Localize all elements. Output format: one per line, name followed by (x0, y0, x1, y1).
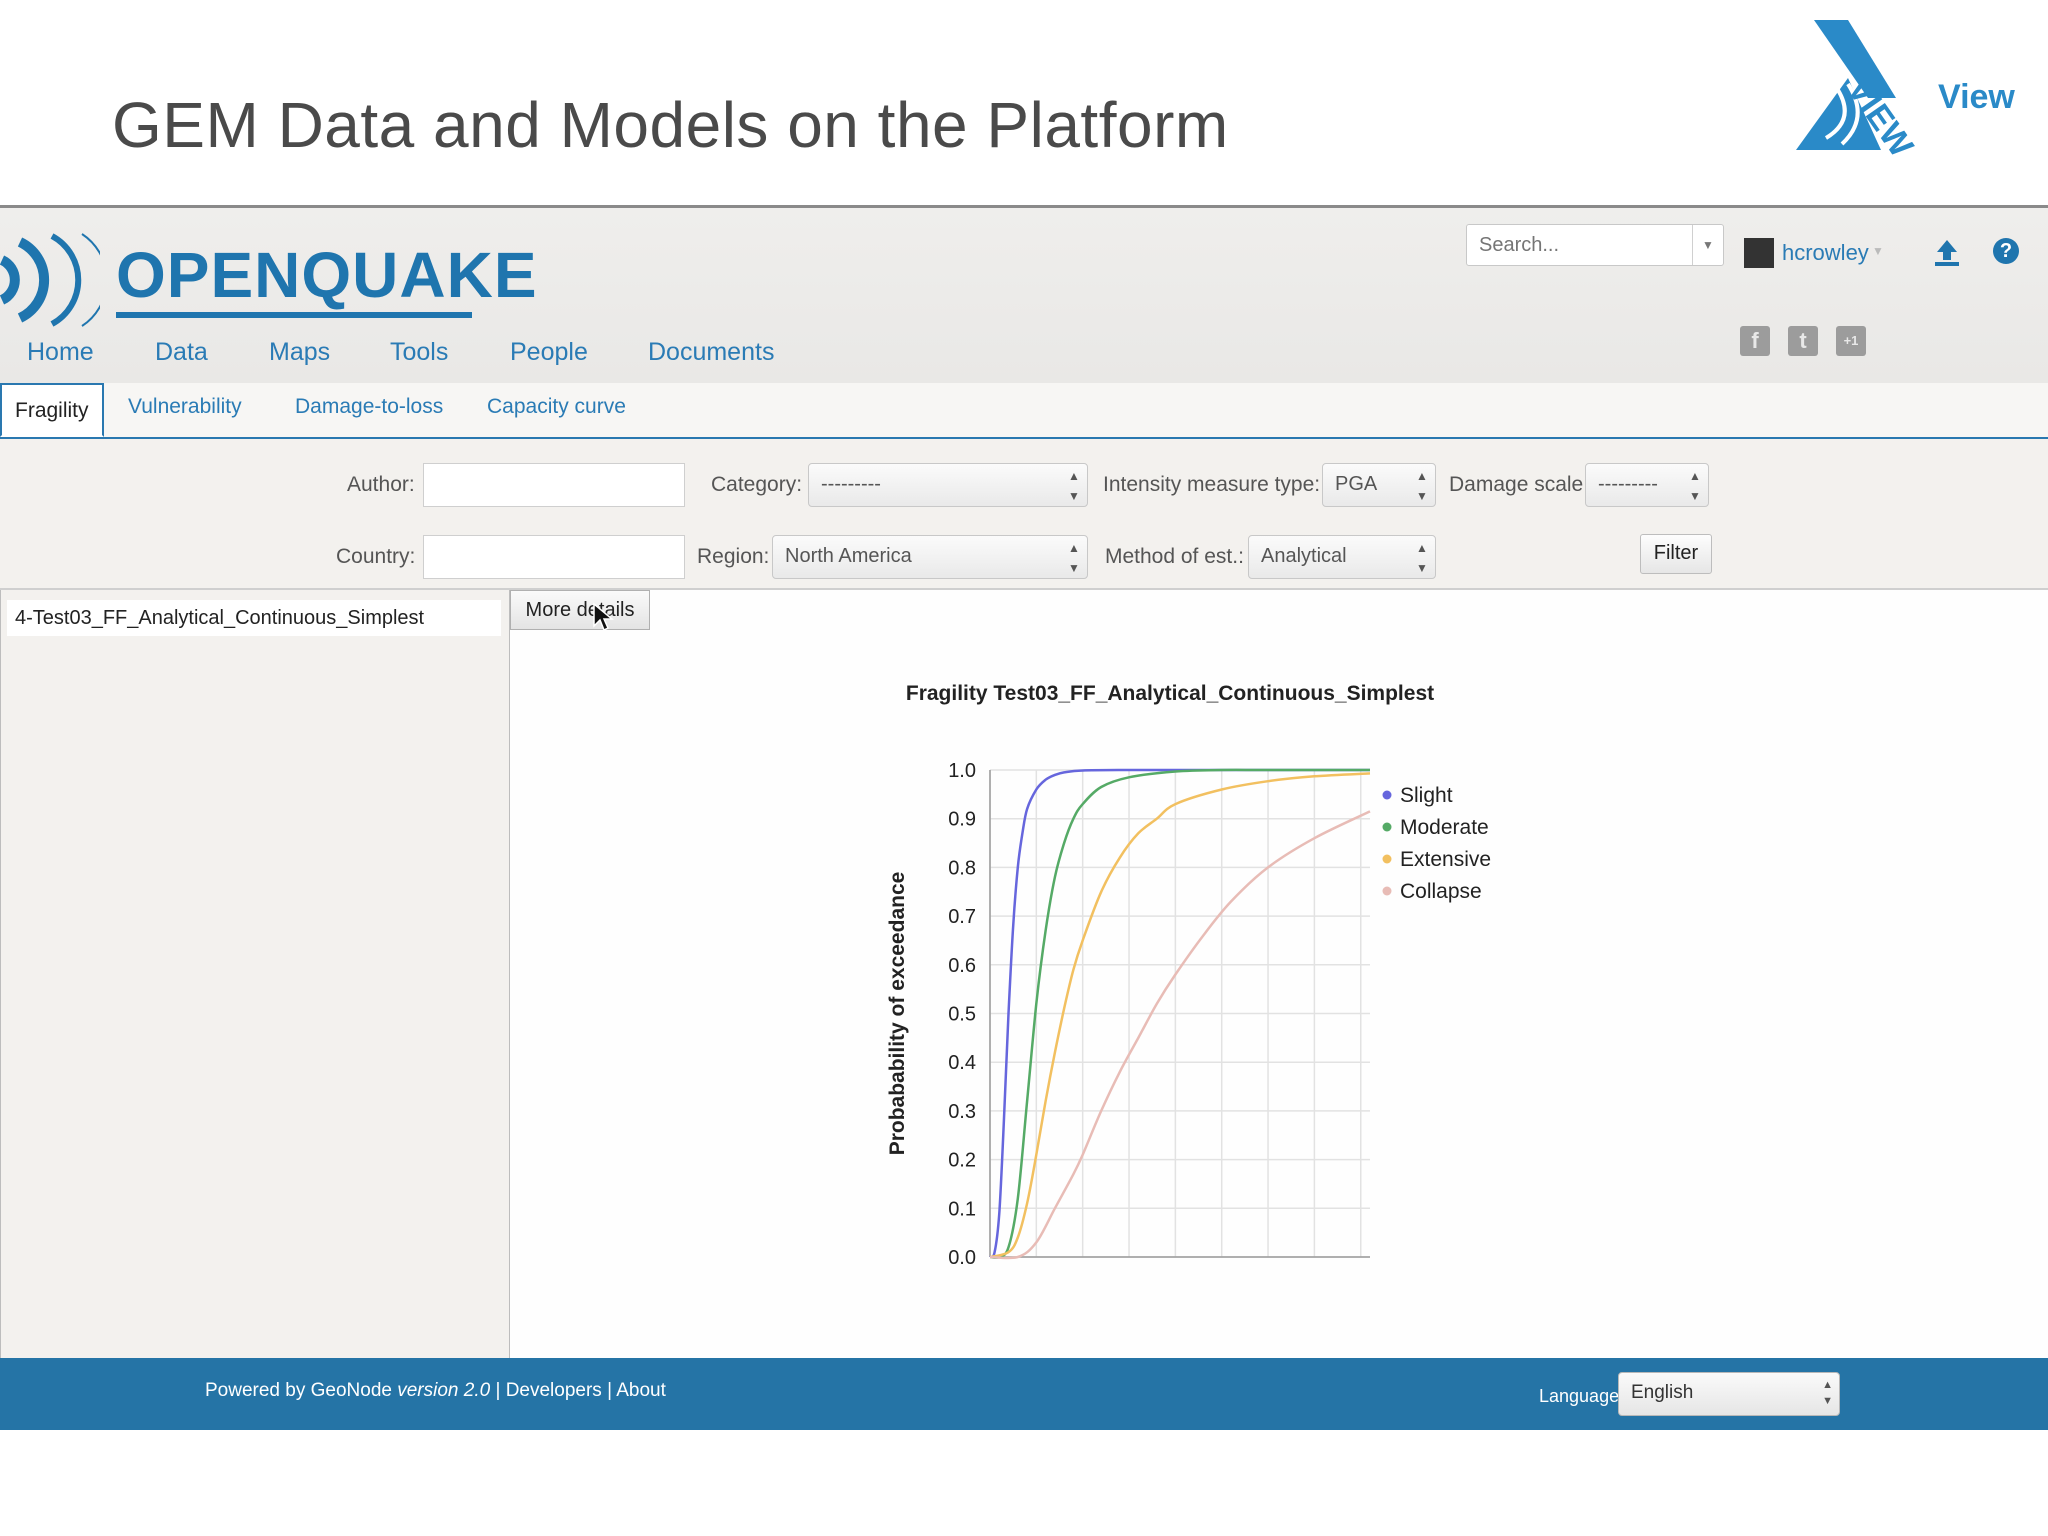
nav-tools[interactable]: Tools (390, 338, 448, 367)
user-avatar[interactable] (1744, 238, 1774, 268)
google-plus-one-icon[interactable]: +1 (1836, 326, 1866, 356)
xview-logo-text: View (1938, 78, 2015, 116)
twitter-icon[interactable]: t (1788, 326, 1818, 356)
y-tick-label: 0.2 (948, 1150, 976, 1172)
method-label: Method of est.: (1105, 545, 1244, 568)
openquake-rings-icon (0, 233, 100, 327)
y-tick-label: 1.0 (948, 760, 976, 782)
method-value: Analytical (1261, 545, 1347, 567)
country-field[interactable] (423, 535, 685, 579)
footer: Powered by GeoNode version 2.0 | Develop… (0, 1358, 2048, 1430)
chart-title: Fragility Test03_FF_Analytical_Continuou… (906, 682, 1434, 705)
select-arrows-icon: ▲ ▼ (1416, 541, 1428, 575)
upload-icon[interactable] (1932, 238, 1962, 268)
facebook-icon[interactable]: f (1740, 326, 1770, 356)
region-value: North America (785, 545, 912, 567)
user-menu-chevron-icon[interactable]: ▼ (1872, 244, 1884, 258)
select-arrows-icon: ▲ ▼ (1068, 469, 1080, 503)
select-arrows-icon: ▲ ▼ (1689, 469, 1701, 503)
top-header: OPENQUAKE ▼ hcrowley ▼ ? f t +1 Home Dat… (0, 208, 2048, 385)
country-label: Country: (336, 545, 416, 568)
search-dropdown-icon[interactable]: ▼ (1692, 225, 1723, 265)
y-tick-label: 0.5 (948, 1004, 976, 1026)
legend-marker-moderate (1382, 822, 1392, 832)
damage-scale-value: --------- (1598, 473, 1658, 495)
author-label: Author: (347, 473, 415, 496)
y-tick-label: 0.8 (948, 857, 976, 879)
nav-data[interactable]: Data (155, 338, 208, 367)
legend-marker-slight (1382, 790, 1392, 800)
select-arrows-icon: ▲ ▼ (1822, 1379, 1833, 1407)
nav-people[interactable]: People (510, 338, 588, 367)
tab-damage-to-loss[interactable]: Damage-to-loss (295, 395, 443, 419)
nav-maps[interactable]: Maps (269, 338, 330, 367)
mouse-cursor-icon (593, 602, 614, 632)
language-value: English (1631, 1382, 1694, 1403)
logo-underline (116, 312, 472, 318)
imt-label: Intensity measure type: (1103, 473, 1321, 496)
y-tick-label: 0.9 (948, 809, 976, 831)
imt-value: PGA (1335, 473, 1378, 495)
footer-version: version 2.0 (397, 1380, 491, 1401)
footer-separator: | (601, 1380, 617, 1401)
footer-separator: | (490, 1380, 506, 1401)
search-box[interactable]: ▼ (1466, 224, 1724, 266)
series-line-extensive (989, 772, 1371, 1259)
slide-title: GEM Data and Models on the Platform (112, 89, 1229, 161)
nav-home[interactable]: Home (27, 338, 94, 367)
legend-label-extensive: Extensive (1400, 848, 1491, 871)
legend-label-collapse: Collapse (1400, 880, 1482, 903)
more-details-button[interactable]: More details (510, 590, 650, 630)
region-label: Region: (697, 545, 770, 568)
subtab-bar: Fragility Vulnerability Damage-to-loss C… (0, 383, 2048, 439)
footer-developers-link[interactable]: Developers (506, 1380, 602, 1401)
footer-credits: Powered by GeoNode version 2.0 | Develop… (205, 1380, 666, 1402)
language-select[interactable]: English ▲ ▼ (1618, 1372, 1840, 1416)
legend-marker-extensive (1382, 854, 1392, 864)
openquake-logo-text[interactable]: OPENQUAKE (116, 238, 538, 312)
region-select[interactable]: North America ▲ ▼ (772, 535, 1088, 579)
y-tick-label: 0.3 (948, 1101, 976, 1123)
series-line-collapse (989, 810, 1371, 1260)
legend-marker-collapse (1382, 886, 1392, 896)
damage-scale-select[interactable]: --------- ▲ ▼ (1585, 463, 1709, 507)
tab-vulnerability[interactable]: Vulnerability (128, 395, 242, 419)
select-arrows-icon: ▲ ▼ (1068, 541, 1080, 575)
category-select[interactable]: --------- ▲ ▼ (808, 463, 1088, 507)
category-value: --------- (821, 473, 881, 495)
y-tick-label: 0.7 (948, 906, 976, 928)
y-tick-label: 0.6 (948, 955, 976, 977)
help-icon[interactable]: ? (1993, 238, 2019, 264)
y-tick-label: 0.4 (948, 1052, 976, 1074)
tab-capacity-curve[interactable]: Capacity curve (487, 395, 626, 419)
category-label: Category: (711, 473, 803, 496)
list-item[interactable]: 4-Test03_FF_Analytical_Continuous_Simple… (7, 600, 501, 636)
fragility-chart: Fragility Test03_FF_Analytical_Continuou… (886, 682, 1491, 1269)
imt-select[interactable]: PGA ▲ ▼ (1322, 463, 1436, 507)
select-arrows-icon: ▲ ▼ (1416, 469, 1428, 503)
legend-label-slight: Slight (1400, 784, 1453, 807)
method-select[interactable]: Analytical ▲ ▼ (1248, 535, 1436, 579)
y-tick-label: 0.1 (948, 1198, 976, 1220)
damage-scale-label: Damage scale: (1449, 473, 1590, 496)
footer-powered-by: Powered by GeoNode (205, 1380, 398, 1401)
filter-button[interactable]: Filter (1640, 534, 1712, 574)
y-tick-label: 0.0 (948, 1247, 976, 1269)
search-input[interactable] (1467, 225, 1691, 265)
footer-about-link[interactable]: About (616, 1380, 666, 1401)
author-field[interactable] (423, 463, 685, 507)
language-label: Language (1539, 1386, 1620, 1406)
detail-panel: More details Fragility Test03_FF_Analyti… (510, 590, 2048, 1358)
username-link[interactable]: hcrowley (1782, 240, 1869, 266)
results-list: 4-Test03_FF_Analytical_Continuous_Simple… (0, 590, 511, 1358)
tab-fragility[interactable]: Fragility (0, 383, 104, 437)
filter-form: Author: Category: --------- ▲ ▼ Intensity… (0, 439, 2048, 590)
openquake-app: OPENQUAKE ▼ hcrowley ▼ ? f t +1 Home Dat… (0, 205, 2048, 1430)
legend-label-moderate: Moderate (1400, 816, 1489, 839)
nav-documents[interactable]: Documents (648, 338, 774, 367)
y-axis-label: Probabability of exceedance (886, 872, 909, 1156)
